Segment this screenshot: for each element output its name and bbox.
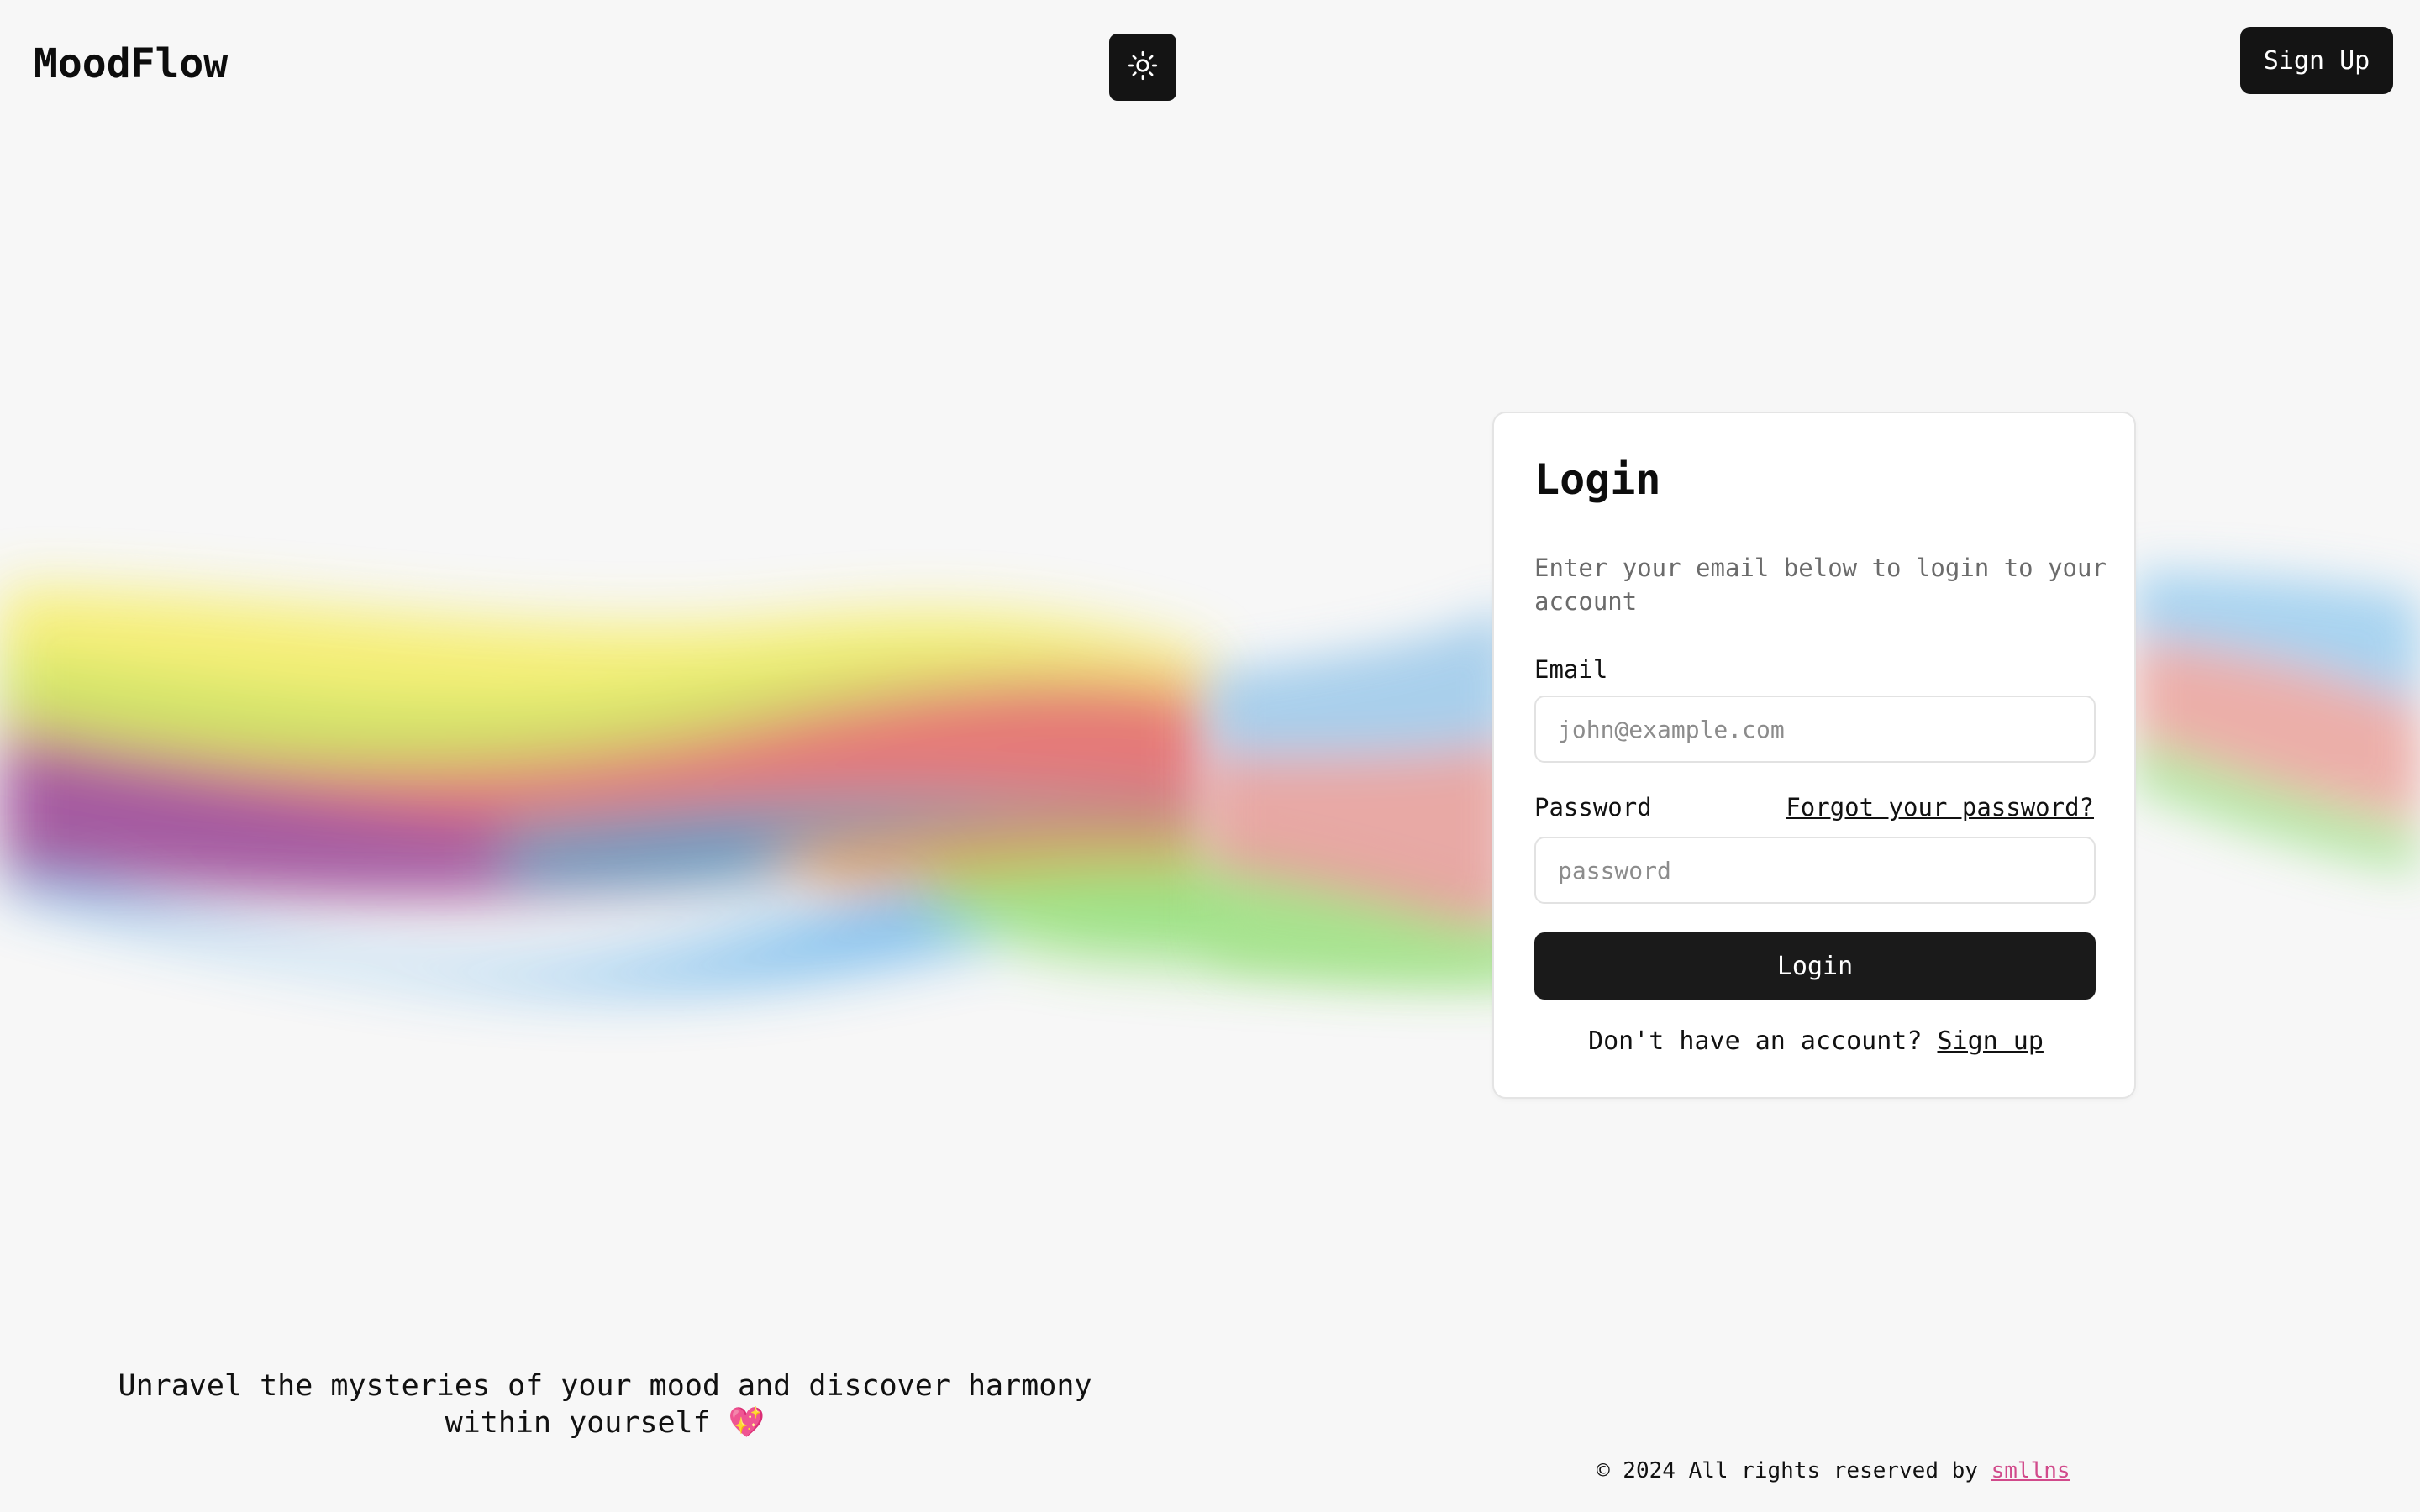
login-description: Enter your email below to login to your …: [1534, 554, 2107, 616]
app-logo[interactable]: MoodFlow: [34, 40, 228, 87]
login-title: Login: [1534, 455, 1661, 504]
email-label: Email: [1534, 655, 1608, 684]
theme-toggle-button[interactable]: [1109, 34, 1176, 101]
copyright: © 2024 All rights reserved by smllns: [1597, 1458, 2070, 1483]
forgot-password-link[interactable]: Forgot your password?: [1786, 793, 2094, 822]
tagline: Unravel the mysteries of your mood and d…: [118, 1369, 1092, 1440]
signup-prompt: Don't have an account? Sign up: [1494, 1026, 2138, 1056]
no-account-text: Don't have an account?: [1588, 1026, 1923, 1056]
password-input[interactable]: [1534, 837, 2096, 904]
password-label: Password: [1534, 793, 1652, 822]
author-link[interactable]: smllns: [1991, 1458, 2070, 1483]
signup-button[interactable]: Sign Up: [2240, 27, 2393, 94]
login-button[interactable]: Login: [1534, 932, 2096, 1000]
email-input[interactable]: [1534, 696, 2096, 763]
login-card: Login Enter your email below to login to…: [1492, 412, 2136, 1099]
signup-link[interactable]: Sign up: [1937, 1026, 2043, 1056]
sun-icon: [1128, 50, 1158, 84]
login-page: MoodFlow Sign Up Login Enter your email …: [0, 0, 2420, 1512]
copyright-text: © 2024 All rights reserved by: [1597, 1458, 1978, 1483]
